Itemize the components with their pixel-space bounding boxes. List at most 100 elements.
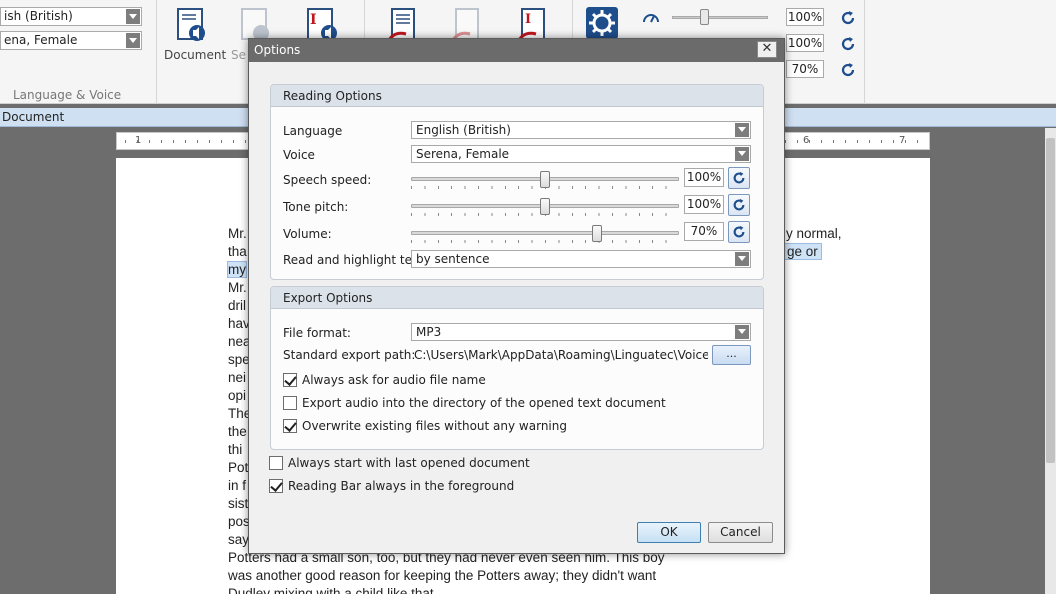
ruler-tick [869,140,870,143]
tone-pitch-label: Tone pitch: [283,200,349,214]
document-line: Pot [228,460,249,475]
reset-pitch-button[interactable] [728,194,750,216]
export-options-group: Export Options File format: MP3 Standard… [270,286,764,450]
ribbon-speed-thumb[interactable] [700,9,709,25]
ruler-tick [125,140,126,143]
ruler-tick [809,140,810,143]
speech-speed-slider[interactable] [411,171,679,193]
chevron-down-icon [735,147,749,161]
read-document-button[interactable] [176,8,208,44]
document-line: thi [228,442,243,457]
export-path-value: C:\Users\Mark\AppData\Roaming\Linguatec\… [414,348,708,362]
checkbox-checked-icon[interactable] [283,419,297,433]
document-line: opi [228,388,247,403]
ruler-tick [185,140,186,143]
ruler-tick [209,140,210,143]
browse-button[interactable]: ... [712,345,751,365]
ribbon-volume-value[interactable]: 70% [786,60,824,78]
volume-value[interactable]: 70% [684,222,724,241]
ruler-tick [881,140,882,143]
highlight-mode-value: by sentence [416,252,490,266]
slider-thumb[interactable] [592,225,602,242]
ruler-tick [821,140,822,143]
reset-speed-button[interactable] [728,167,750,189]
file-format-select[interactable]: MP3 [411,323,751,341]
ruler-tick [197,140,198,143]
export-options-header: Export Options [283,291,373,305]
tone-pitch-slider[interactable] [411,198,679,220]
ribbon-separator [864,0,865,104]
ruler-tick [845,140,846,143]
ruler-tick [917,140,918,143]
volume-slider[interactable] [411,225,679,247]
chevron-down-icon [126,9,140,24]
chevron-down-icon [735,123,749,137]
dialog-title: Options [254,43,301,57]
speech-speed-value[interactable]: 100% [684,168,724,187]
chevron-down-icon [735,252,749,266]
ruler-tick [233,140,234,143]
document-line: say [228,532,250,547]
overwrite-files-label: Overwrite existing files without any war… [302,419,567,433]
document-line: the [228,424,247,439]
highlight-mode-select[interactable]: by sentence [411,250,751,268]
settings-button[interactable] [586,7,618,39]
ribbon-separator [156,0,157,104]
ribbon-speed-value[interactable]: 100% [786,8,824,26]
highlight-mode-label: Read and highlight text [283,253,424,267]
reset-speed-icon[interactable] [840,10,856,26]
ok-button[interactable]: OK [637,522,701,543]
close-button[interactable]: ✕ [757,41,777,58]
reset-pitch-icon[interactable] [840,36,856,52]
ribbon-voice-select[interactable]: ena, Female [0,31,142,50]
reset-volume-button[interactable] [728,221,750,243]
slider-thumb[interactable] [540,171,550,188]
document-tab[interactable]: Document [2,110,64,124]
ribbon-language-select[interactable]: ish (British) [0,7,142,26]
document-line: y normal, [786,226,842,241]
ask-file-name-label: Always ask for audio file name [302,373,486,387]
ruler-tick [221,140,222,143]
ruler-tick [857,140,858,143]
dialog-titlebar[interactable]: Options ✕ [249,39,784,62]
ruler-tick [785,140,786,143]
language-select[interactable]: English (British) [411,121,751,139]
voice-value: Serena, Female [416,147,510,161]
chevron-down-icon [735,325,749,339]
voice-select[interactable]: Serena, Female [411,145,751,163]
scrollbar-thumb[interactable] [1046,138,1055,463]
volume-label: Volume: [283,227,332,241]
reading-options-group: Reading Options Language English (Britis… [270,84,764,280]
refresh-icon [733,198,745,211]
ruler-tick [161,140,162,143]
refresh-icon [733,225,745,238]
document-line: hav [228,316,250,331]
export-path-label: Standard export path: [283,348,416,362]
checkbox-checked-icon[interactable] [283,373,297,387]
checkbox-unchecked-icon[interactable] [269,456,283,470]
document-line: pos [228,514,250,529]
vertical-scrollbar[interactable] [1045,128,1056,594]
document-line: was another good reason for keeping the … [228,568,657,583]
ribbon-speed-slider[interactable] [672,16,768,19]
reset-volume-icon[interactable] [840,62,856,78]
ribbon-pitch-value[interactable]: 100% [786,34,824,52]
group-label-language-voice: Language & Voice [13,88,122,102]
cancel-button[interactable]: Cancel [708,522,773,543]
checkbox-unchecked-icon[interactable] [283,396,297,410]
ruler-tick [797,140,798,143]
speech-speed-label: Speech speed: [283,173,372,187]
document-line: Dudley mixing with a child like that. [228,586,438,594]
gear-icon [586,7,618,39]
language-label: Language [283,124,343,138]
document-line: spe [228,352,250,367]
document-line: dril [228,298,247,313]
tone-pitch-value[interactable]: 100% [684,195,724,214]
ruler-tick [149,140,150,143]
svg-text:I: I [310,12,317,28]
document-line: nei [228,370,247,385]
reading-options-header: Reading Options [283,89,382,103]
slider-thumb[interactable] [540,198,550,215]
checkbox-checked-icon[interactable] [269,479,283,493]
document-line: sist [228,496,249,511]
